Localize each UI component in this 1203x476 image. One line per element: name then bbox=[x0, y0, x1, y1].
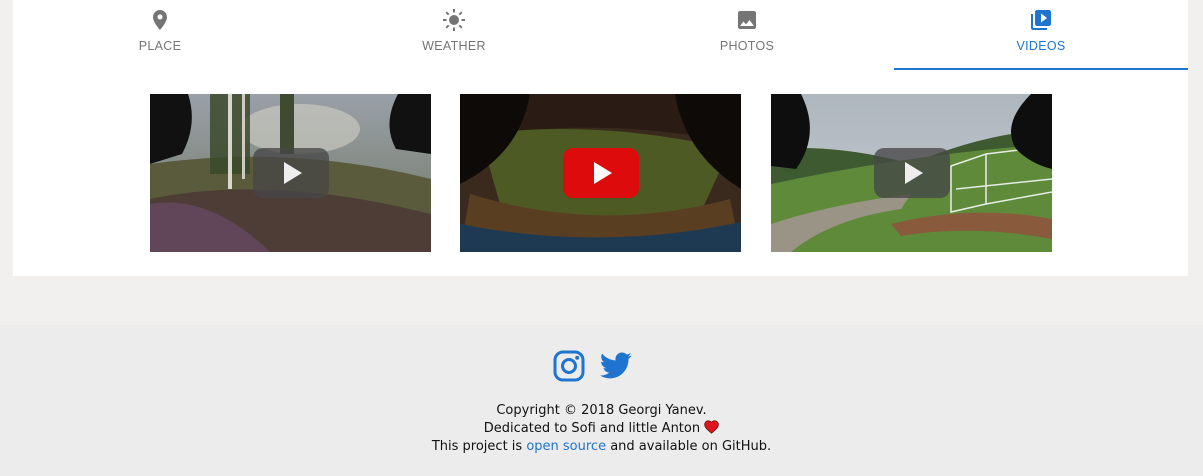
tab-place-label: PLACE bbox=[138, 39, 182, 53]
open-source-link[interactable]: open source bbox=[526, 439, 606, 454]
image-icon bbox=[735, 8, 759, 32]
play-button[interactable] bbox=[252, 148, 329, 198]
dedication-text: Dedicated to Sofi and little Anton bbox=[483, 421, 701, 436]
play-icon bbox=[283, 162, 302, 184]
play-button[interactable] bbox=[873, 148, 950, 198]
project-suffix: and available on GitHub. bbox=[610, 439, 772, 454]
content-card: PLACE WEATHER PHOTOS VIDEOS bbox=[13, 0, 1188, 276]
project-prefix: This project is bbox=[431, 439, 523, 454]
play-icon bbox=[904, 162, 923, 184]
active-tab-indicator bbox=[894, 68, 1188, 70]
heart-icon bbox=[704, 420, 720, 434]
video-thumbnail-2[interactable] bbox=[460, 94, 741, 252]
video-thumbnail-1[interactable] bbox=[150, 94, 431, 252]
project-line: This project is open source and availabl… bbox=[0, 439, 1203, 454]
tab-videos[interactable]: VIDEOS bbox=[894, 0, 1188, 70]
instagram-link[interactable] bbox=[552, 349, 586, 383]
tab-photos[interactable]: PHOTOS bbox=[600, 0, 894, 70]
footer: Copyright © 2018 Georgi Yanev. Dedicated… bbox=[0, 325, 1203, 476]
instagram-icon bbox=[553, 350, 585, 382]
tab-videos-label: VIDEOS bbox=[1016, 39, 1066, 53]
twitter-link[interactable] bbox=[599, 349, 633, 383]
video-thumbnail-3[interactable] bbox=[771, 94, 1052, 252]
tab-bar: PLACE WEATHER PHOTOS VIDEOS bbox=[13, 0, 1188, 70]
video-library-icon bbox=[1029, 8, 1053, 32]
sun-icon bbox=[442, 8, 466, 32]
dedication-line: Dedicated to Sofi and little Anton bbox=[0, 420, 1203, 436]
map-pin-icon bbox=[148, 8, 172, 32]
copyright-text: Copyright © 2018 Georgi Yanev. bbox=[496, 403, 707, 418]
tab-photos-label: PHOTOS bbox=[719, 39, 775, 53]
tab-weather-label: WEATHER bbox=[422, 39, 486, 53]
tab-weather[interactable]: WEATHER bbox=[307, 0, 601, 70]
tab-place[interactable]: PLACE bbox=[13, 0, 307, 70]
twitter-icon bbox=[599, 352, 632, 379]
play-button[interactable] bbox=[562, 148, 639, 198]
play-icon bbox=[593, 162, 612, 184]
